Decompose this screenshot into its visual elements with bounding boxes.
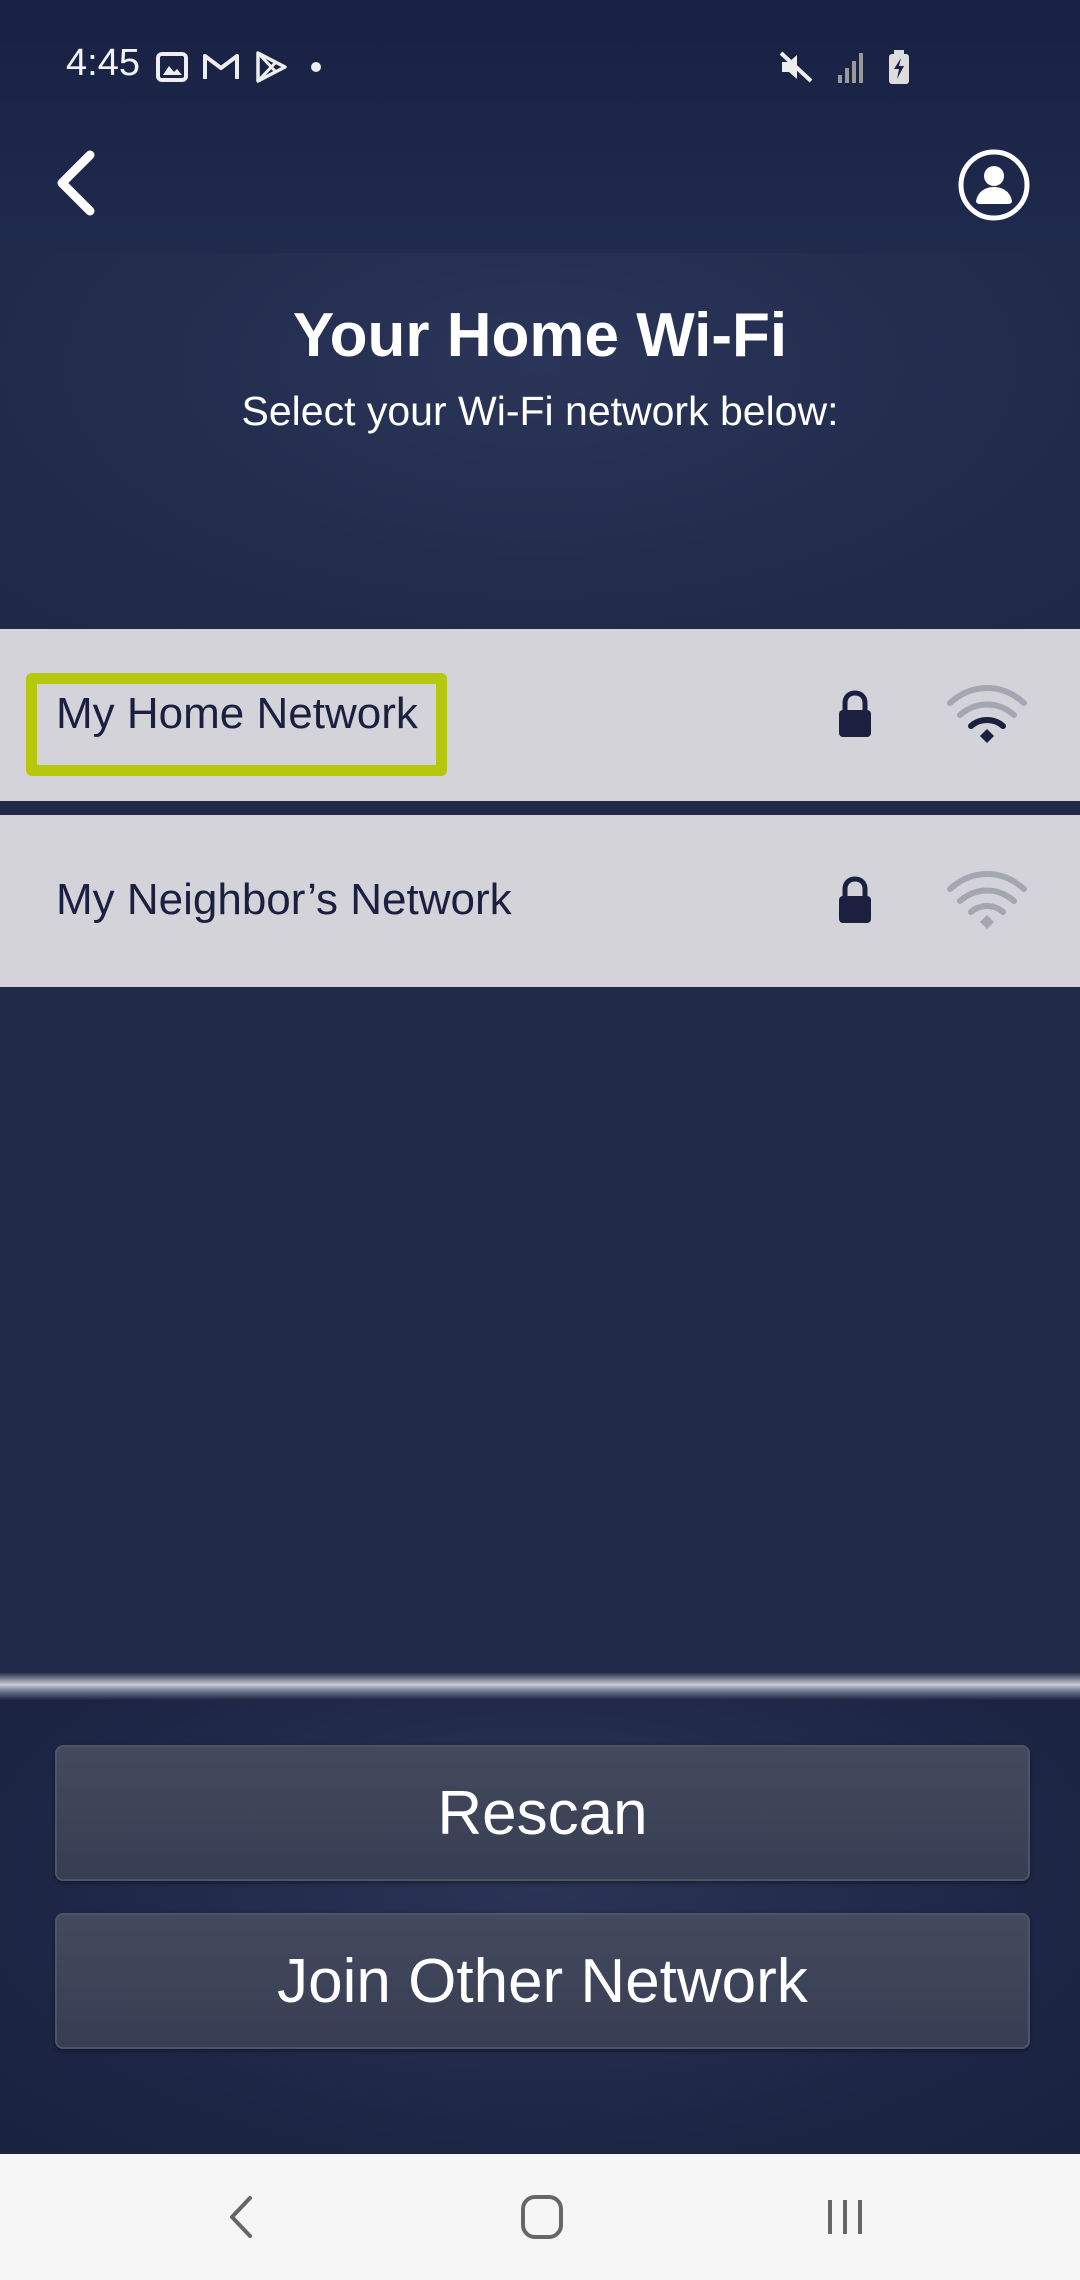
chevron-left-icon xyxy=(57,150,95,216)
signal-icon xyxy=(838,53,863,83)
page-subtitle: Select your Wi-Fi network below: xyxy=(241,388,839,434)
gallery-icon xyxy=(156,52,188,82)
back-button[interactable] xyxy=(40,140,110,226)
system-nav-bar xyxy=(0,2154,1080,2280)
status-bar: 4:45 xyxy=(0,0,1080,135)
network-name: My Neighbor’s Network xyxy=(56,875,512,924)
lock-icon xyxy=(839,876,871,923)
home-nav-icon[interactable] xyxy=(519,2192,565,2242)
network-row-home[interactable]: My Home Network xyxy=(0,629,1080,801)
join-other-network-button[interactable]: Join Other Network xyxy=(55,1913,1030,2049)
back-nav-icon[interactable] xyxy=(222,2192,262,2242)
battery-charging-icon xyxy=(889,50,909,84)
mute-icon xyxy=(779,51,813,83)
lock-icon xyxy=(839,690,871,737)
page-title: Your Home Wi-Fi xyxy=(292,301,788,370)
profile-button[interactable] xyxy=(956,147,1032,223)
app-header: 4:45 xyxy=(0,0,1080,253)
network-name: My Home Network xyxy=(56,689,418,738)
system-icons xyxy=(778,50,910,84)
play-store-icon xyxy=(256,51,287,83)
account-circle-icon xyxy=(958,149,1030,221)
notification-icons xyxy=(156,50,326,84)
bottom-divider xyxy=(0,1672,1080,1700)
status-time: 4:45 xyxy=(66,42,140,84)
wifi-weak-icon xyxy=(947,871,1027,929)
wifi-full-icon xyxy=(947,685,1027,743)
recents-nav-icon[interactable] xyxy=(822,2192,868,2242)
gmail-icon xyxy=(203,54,239,79)
network-row-neighbor[interactable]: My Neighbor’s Network xyxy=(0,815,1080,987)
rescan-button[interactable]: Rescan xyxy=(55,1745,1030,1881)
dot-icon xyxy=(311,62,321,72)
